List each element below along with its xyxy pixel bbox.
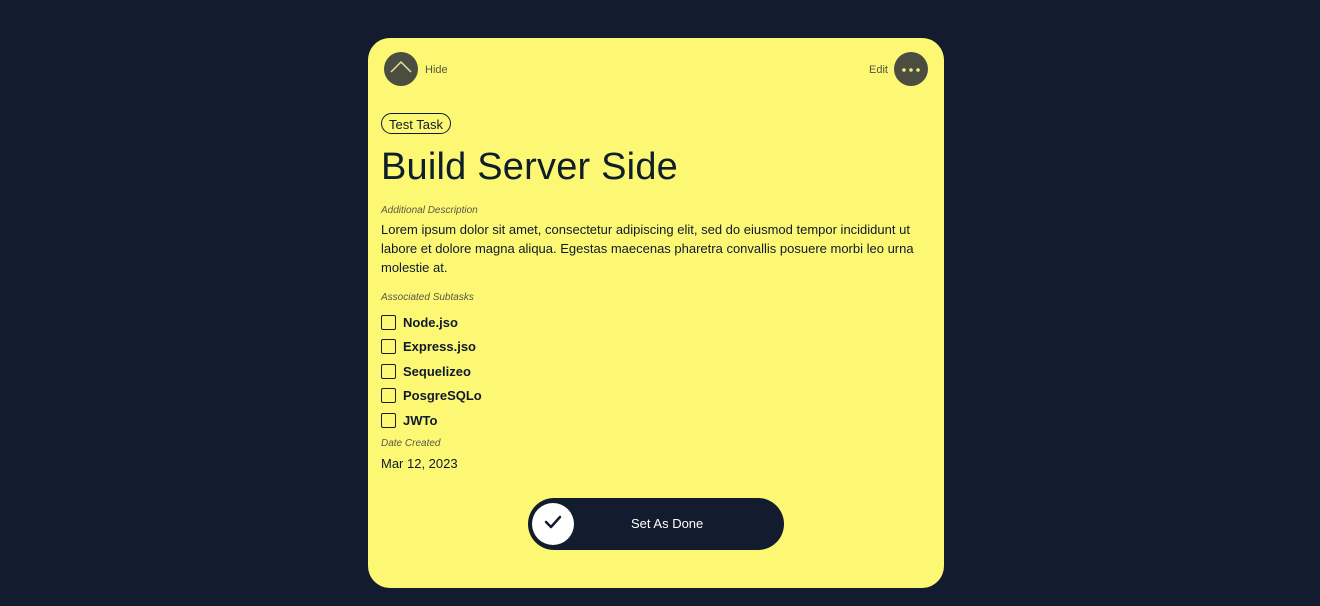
task-title: Build Server Side — [381, 146, 678, 188]
subtask-item: Express.jso — [381, 335, 482, 360]
subtask-item: Sequelizeo — [381, 359, 482, 384]
hide-label[interactable]: Hide — [425, 64, 448, 76]
subtask-checkbox[interactable] — [381, 314, 396, 330]
subtask-item: Node.jso — [381, 310, 482, 335]
subtask-checkbox[interactable] — [381, 363, 396, 379]
subtask-label: Node.jso — [403, 314, 458, 330]
set-as-done-button[interactable]: Set As Done — [528, 498, 784, 550]
subtask-label: JWTo — [403, 412, 438, 428]
subtask-checkbox[interactable] — [381, 388, 396, 404]
more-options-button[interactable] — [894, 52, 928, 86]
check-icon — [544, 515, 562, 534]
chevron-up-icon — [389, 60, 413, 79]
subtask-list: Node.jso Express.jso Sequelizeo PosgreSQ… — [381, 310, 482, 433]
subtasks-label: Associated Subtasks — [381, 292, 474, 303]
task-description: Lorem ipsum dolor sit amet, consectetur … — [381, 222, 914, 275]
task-card: Hide Edit Test Task Build Server Side Ad… — [368, 38, 944, 588]
more-horizontal-icon — [901, 60, 921, 78]
subtask-checkbox[interactable] — [381, 412, 396, 428]
task-tag: Test Task — [381, 113, 451, 134]
hide-button[interactable] — [384, 52, 418, 86]
subtask-item: PosgreSQLo — [381, 384, 482, 409]
edit-label[interactable]: Edit — [869, 64, 888, 76]
done-toggle-knob[interactable] — [532, 503, 574, 545]
subtask-label: PosgreSQLo — [403, 388, 482, 404]
date-created-label: Date Created — [381, 438, 441, 449]
date-created-value: Mar 12, 2023 — [381, 456, 458, 471]
subtask-checkbox[interactable] — [381, 339, 396, 355]
subtask-item: JWTo — [381, 408, 482, 433]
description-label: Additional Description — [381, 205, 478, 216]
subtask-label: Sequelizeo — [403, 363, 471, 379]
subtask-label: Express.jso — [403, 339, 476, 355]
set-as-done-label: Set As Done — [631, 516, 704, 531]
